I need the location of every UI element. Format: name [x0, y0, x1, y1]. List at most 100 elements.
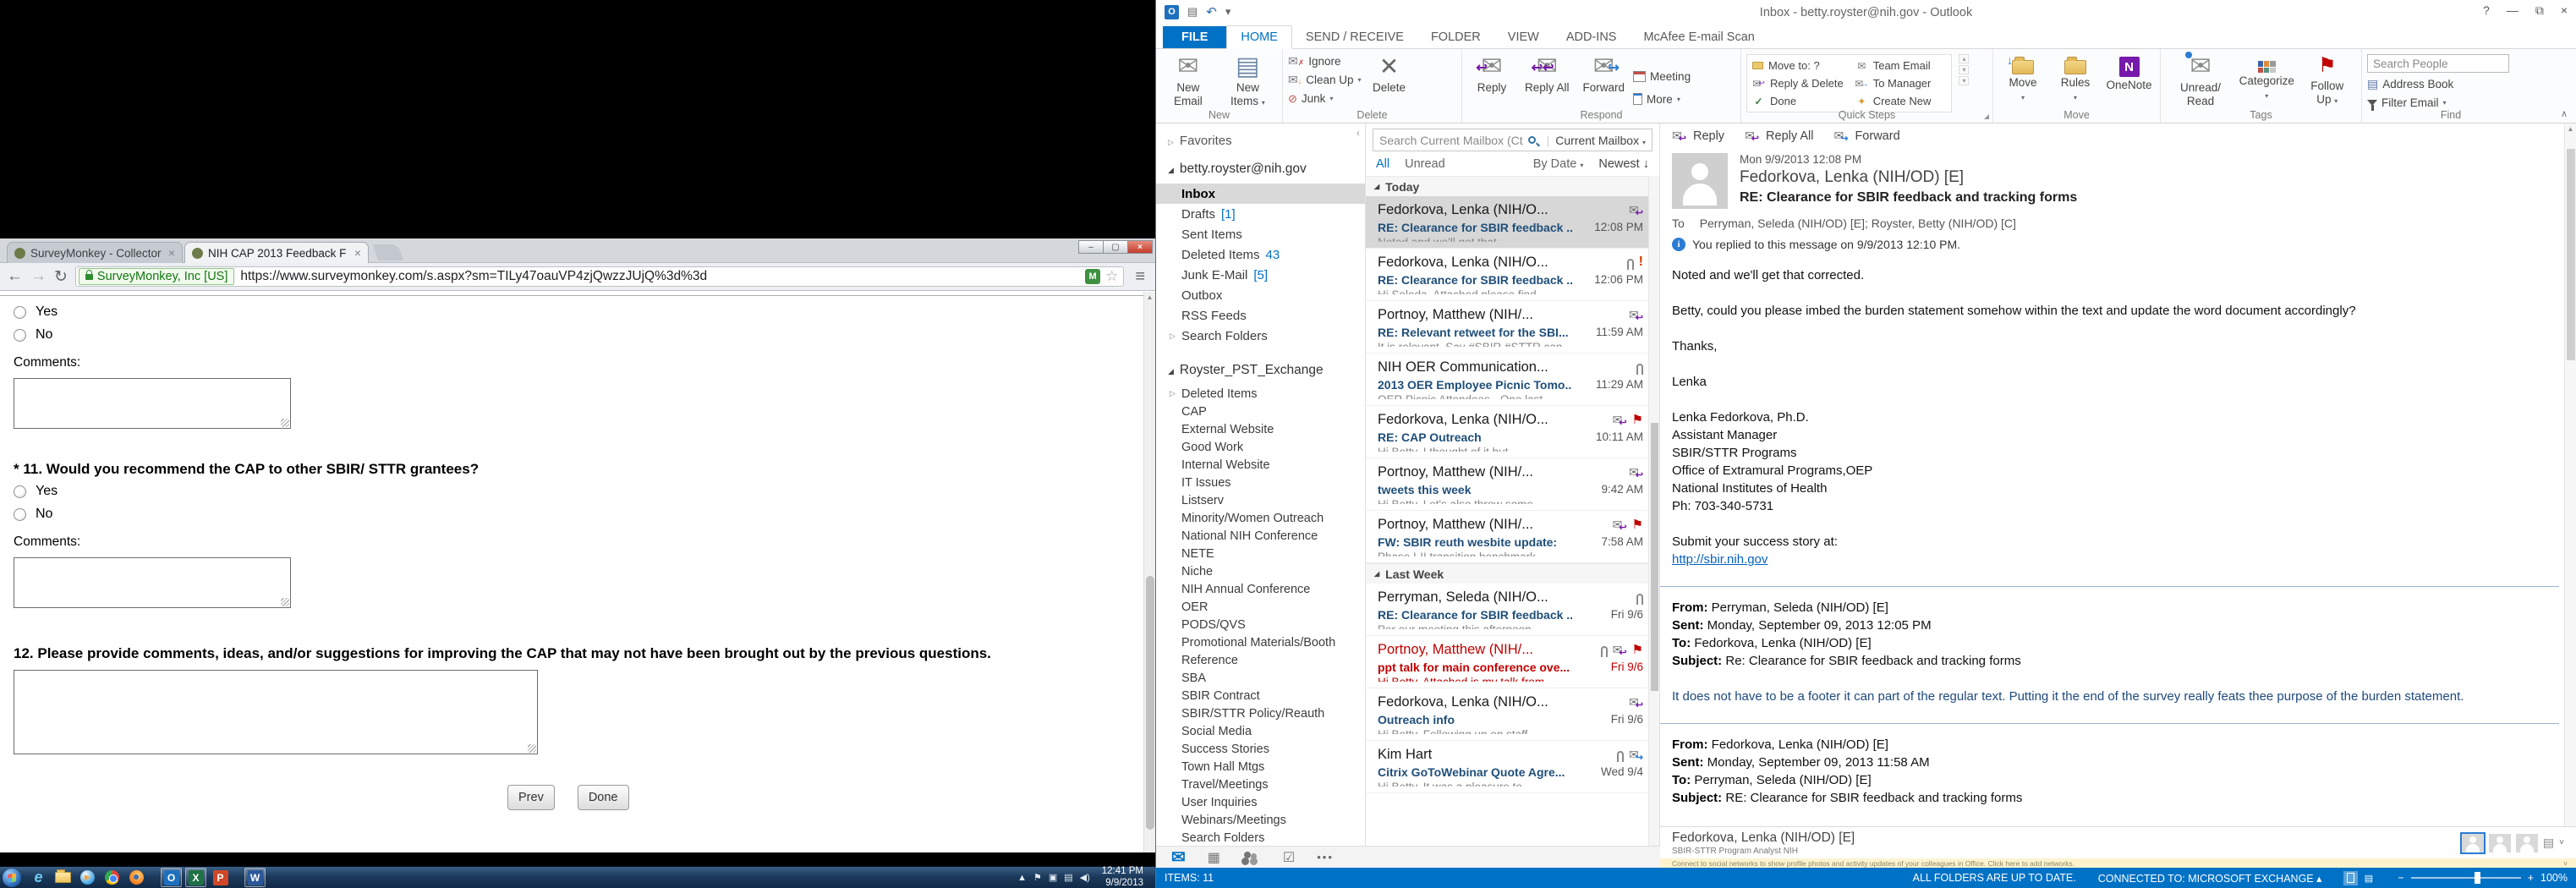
- message-sender[interactable]: Fedorkova, Lenka (NIH/OD) [E]: [1740, 168, 2077, 187]
- folder-item[interactable]: Junk E-Mail [5]: [1181, 265, 1360, 285]
- email-list-item[interactable]: NIH OER Communication... 2013 OER Employ…: [1366, 354, 1648, 406]
- avatar[interactable]: [2459, 831, 2486, 854]
- junk-button[interactable]: ⊘ Junk ▾: [1288, 90, 1362, 107]
- taskbar-clock[interactable]: 12:41 PM 9/9/2013: [1102, 866, 1150, 888]
- folder-item[interactable]: Success Stories: [1181, 740, 1360, 758]
- quick-step-item[interactable]: Team Email: [1855, 57, 1947, 74]
- folder-item[interactable]: Drafts [1]: [1181, 204, 1360, 224]
- nav-more-icon[interactable]: •••: [1317, 851, 1334, 863]
- bookmark-star-icon[interactable]: ☆: [1105, 268, 1118, 285]
- forward-link[interactable]: Forward: [1833, 129, 1899, 143]
- more-button[interactable]: More ▾: [1633, 90, 1691, 108]
- recipients[interactable]: Perryman, Seleda (NIH/OD) [E]; Royster, …: [1700, 217, 2016, 230]
- people-pane-name[interactable]: Fedorkova, Lenka (NIH/OD) [E]: [1672, 830, 1855, 846]
- search-box[interactable]: Search Current Mailbox (Ctrl+E) | Curren…: [1373, 129, 1652, 151]
- forward-icon[interactable]: →: [30, 267, 47, 286]
- q12-comments-textarea[interactable]: [14, 670, 538, 754]
- filter-unread[interactable]: Unread: [1405, 157, 1445, 171]
- sbir-link[interactable]: http://sbir.nih.gov: [1672, 552, 1768, 567]
- account-header[interactable]: betty.royster@nih.gov: [1168, 162, 1360, 177]
- folder-item[interactable]: RSS Feeds: [1181, 305, 1360, 326]
- reading-view-icon[interactable]: ▤: [2361, 871, 2376, 885]
- url-text[interactable]: https://www.surveymonkey.com/s.aspx?sm=T…: [240, 269, 1080, 284]
- folder-item[interactable]: Niche: [1181, 562, 1360, 580]
- maximize-button[interactable]: ▢: [1103, 240, 1128, 254]
- start-button[interactable]: [3, 868, 21, 887]
- favorites-section[interactable]: Favorites: [1168, 134, 1360, 148]
- browser-scrollbar[interactable]: ▲: [1143, 292, 1155, 852]
- normal-view-icon[interactable]: [2343, 870, 2359, 885]
- q10-comments-textarea[interactable]: [14, 378, 291, 429]
- scrollbar-thumb[interactable]: [1146, 576, 1154, 830]
- folder-item[interactable]: SBIR/STTR Policy/Reauth: [1181, 704, 1360, 722]
- minimize-folder-pane-icon[interactable]: ‹: [1357, 127, 1360, 139]
- email-list-item[interactable]: Perryman, Seleda (NIH/O... RE: Clearance…: [1366, 584, 1648, 636]
- folder-item[interactable]: ▷ Deleted Items: [1170, 385, 1360, 403]
- calendar-nav-icon[interactable]: ▦: [1208, 849, 1220, 866]
- folder-item[interactable]: Sent Items: [1181, 224, 1360, 244]
- tab-file[interactable]: FILE: [1163, 26, 1227, 48]
- taskbar-ie-icon[interactable]: e: [28, 868, 49, 887]
- search-people-input[interactable]: Search People: [2367, 54, 2509, 73]
- action-center-flag-icon[interactable]: ⚑: [1033, 872, 1042, 883]
- collapse-ribbon-icon[interactable]: ∧: [2561, 108, 2568, 119]
- folder-item[interactable]: Internal Website: [1181, 456, 1360, 474]
- quick-step-item[interactable]: To Manager: [1855, 74, 1947, 92]
- folder-item[interactable]: Reference: [1181, 651, 1360, 669]
- pst-header[interactable]: Royster_PST_Exchange: [1168, 363, 1360, 378]
- tab-send-receive[interactable]: SEND / RECEIVE: [1292, 26, 1417, 48]
- dialog-launcher-icon[interactable]: ◢: [1984, 112, 1989, 120]
- folder-item[interactable]: Search Folders: [1181, 829, 1360, 846]
- tab-addins[interactable]: ADD-INS: [1553, 26, 1631, 48]
- folder-item[interactable]: Promotional Materials/Booth: [1181, 633, 1360, 651]
- mail-nav-icon[interactable]: ✉: [1171, 849, 1186, 866]
- q11-option-yes[interactable]: Yes: [14, 484, 1143, 499]
- radio-button[interactable]: [14, 485, 26, 498]
- tray-app-icon[interactable]: ▣: [1049, 872, 1057, 883]
- people-nav-icon[interactable]: [1242, 851, 1261, 863]
- expand-people-pane-icon[interactable]: ˅: [2559, 838, 2564, 847]
- folder-item[interactable]: SBA: [1181, 669, 1360, 687]
- reply-link[interactable]: Reply: [1672, 129, 1724, 143]
- address-bar[interactable]: SurveyMonkey, Inc [US] https://www.surve…: [74, 266, 1125, 287]
- taskbar-excel-icon[interactable]: X: [185, 868, 206, 887]
- folder-item[interactable]: IT Issues: [1181, 474, 1360, 491]
- q11-comments-textarea[interactable]: [14, 557, 291, 608]
- radio-button[interactable]: [14, 507, 26, 521]
- ev-certificate-badge[interactable]: SurveyMonkey, Inc [US]: [78, 268, 235, 285]
- folder-item[interactable]: Good Work: [1181, 438, 1360, 456]
- help-icon[interactable]: ?: [2483, 3, 2490, 18]
- folder-item[interactable]: NETE: [1181, 545, 1360, 562]
- zoom-level[interactable]: 100%: [2540, 872, 2568, 884]
- quick-step-item[interactable]: Create New: [1855, 92, 1947, 110]
- folder-item[interactable]: External Website: [1181, 420, 1360, 438]
- zoom-slider[interactable]: [2410, 872, 2521, 884]
- meeting-button[interactable]: Meeting: [1633, 68, 1691, 85]
- tab-close-icon[interactable]: ×: [348, 246, 361, 260]
- radio-button[interactable]: [14, 305, 26, 319]
- close-icon[interactable]: ×: [2561, 3, 2568, 18]
- folder-item[interactable]: Inbox: [1156, 184, 1365, 204]
- folder-item[interactable]: Town Hall Mtgs: [1181, 758, 1360, 776]
- email-list-item[interactable]: Portnoy, Matthew (NIH/... RE: Relevant r…: [1366, 301, 1648, 354]
- folder-item[interactable]: CAP: [1181, 403, 1360, 420]
- minimize-button[interactable]: –: [1078, 240, 1104, 254]
- zoom-slider-thumb[interactable]: [2475, 872, 2481, 884]
- expand-arrow-icon[interactable]: ▷: [1170, 332, 1181, 341]
- tab-mcafee[interactable]: McAfee E-mail Scan: [1630, 26, 1768, 48]
- taskbar-powerpoint-icon[interactable]: P: [210, 868, 231, 887]
- tab-nih-cap-feedback[interactable]: NIH CAP 2013 Feedback F ×: [184, 242, 369, 263]
- address-book-button[interactable]: ▤ Address Book: [2367, 75, 2535, 93]
- taskbar-word-icon[interactable]: W: [244, 868, 266, 887]
- volume-icon[interactable]: ◀): [1080, 872, 1090, 883]
- quick-step-item[interactable]: Move to: ?: [1752, 57, 1844, 74]
- tasks-nav-icon[interactable]: ☑: [1283, 849, 1295, 866]
- folder-item[interactable]: Minority/Women Outreach: [1181, 509, 1360, 527]
- minimize-icon[interactable]: —: [2507, 3, 2518, 18]
- folder-item[interactable]: ▷ Search Folders: [1170, 326, 1360, 346]
- sort-by-date[interactable]: By Date ▾: [1533, 157, 1584, 171]
- email-list-item[interactable]: Kim Hart Citrix GoToWebinar Quote Agre..…: [1366, 741, 1648, 793]
- reload-icon[interactable]: ↻: [54, 267, 68, 287]
- scrollbar-thumb[interactable]: [2567, 149, 2575, 360]
- q11-option-no[interactable]: No: [14, 507, 1143, 522]
